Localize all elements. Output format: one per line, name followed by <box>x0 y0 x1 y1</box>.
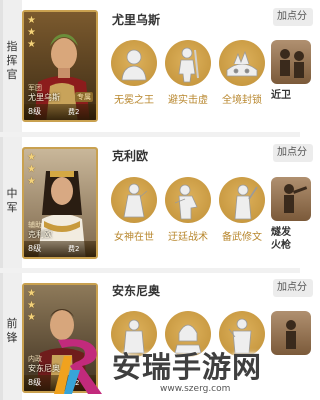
skill-label: 女神在世 <box>114 232 154 243</box>
general-name: 安东尼奥 <box>112 284 161 298</box>
troop-icon <box>271 40 311 84</box>
position-label: 中军 <box>6 187 18 214</box>
skill-label: 燧发 火枪 <box>271 227 291 251</box>
card-level: 8级 <box>28 378 42 387</box>
card-name: 克利欧 <box>28 230 52 239</box>
card-cost: 费2 <box>68 245 80 253</box>
watermark-url: www.szerg.com <box>160 384 231 394</box>
card-level: 8级 <box>28 244 42 253</box>
skill-3[interactable]: 全境封锁 <box>217 40 267 106</box>
card-level: 8级 <box>28 107 42 116</box>
ruin-icon <box>219 40 265 86</box>
skill-4[interactable]: 燧发 火枪 <box>265 177 315 252</box>
add-points-button[interactable]: 加点分 <box>273 144 313 162</box>
add-points-button[interactable]: 加点分 <box>273 279 313 297</box>
goddess-icon <box>111 177 157 223</box>
skill-2[interactable]: 迂廷战术 <box>163 177 213 243</box>
card-cost: 费2 <box>68 108 80 116</box>
star-icon: ★ <box>27 176 36 187</box>
add-points-button[interactable]: 加点分 <box>273 8 313 26</box>
skill-label: 避实击虚 <box>168 95 208 106</box>
position-strip: 中军 <box>0 137 22 269</box>
general-card[interactable]: ★ ★ ★ 辅助 克利欧 8级 费2 <box>22 147 98 259</box>
bust-icon <box>111 40 157 86</box>
skill-label: 全境封锁 <box>222 95 262 106</box>
scholar-icon <box>219 177 265 223</box>
general-card[interactable]: ★ ★ ★ 专属 军团 尤里乌斯 8级 费2 <box>22 10 98 122</box>
warrior-icon <box>165 177 211 223</box>
star-icon: ★ <box>27 164 36 175</box>
star-icon: ★ <box>27 152 36 163</box>
musket-icon <box>271 177 311 221</box>
soldier-icon <box>165 40 211 86</box>
skill-2[interactable]: 避实击虚 <box>163 40 213 106</box>
star-icon: ★ <box>27 300 36 311</box>
watermark-title: 安瑞手游网 <box>112 350 263 384</box>
star-rating: ★ ★ ★ <box>27 152 39 188</box>
star-icon: ★ <box>27 15 36 26</box>
exclusive-badge: 专属 <box>75 92 93 102</box>
skill-label: 迂廷战术 <box>168 232 208 243</box>
position-label: 前锋 <box>6 317 18 344</box>
skill-3[interactable]: 备武修文 <box>217 177 267 243</box>
star-icon: ★ <box>27 312 36 323</box>
position-strip: 指挥官 <box>0 0 22 132</box>
position-label: 指挥官 <box>6 40 18 81</box>
general-row-center: 中军 ★ ★ ★ 辅助 克利欧 8级 费2 克利欧 加点分 女神在世 迂廷战术 … <box>0 137 313 269</box>
skill-label: 无冕之王 <box>114 95 154 106</box>
position-strip: 前锋 <box>0 273 22 400</box>
site-watermark: 安瑞手游网 www.szerg.com <box>50 336 300 400</box>
skill-label: 近卫 <box>271 90 291 101</box>
skill-label: 备武修文 <box>222 232 262 243</box>
skill-1[interactable]: 女神在世 <box>109 177 159 243</box>
site-logo-icon <box>54 339 102 394</box>
general-name: 克利欧 <box>112 149 149 163</box>
star-icon: ★ <box>27 288 36 299</box>
lineup-screen: 指挥官 ★ ★ ★ 专属 军团 尤里乌斯 8级 费2 尤里乌斯 加点分 无冕之王… <box>0 0 313 400</box>
general-row-commander: 指挥官 ★ ★ ★ 专属 军团 尤里乌斯 8级 费2 尤里乌斯 加点分 无冕之王… <box>0 0 313 132</box>
skill-1[interactable]: 无冕之王 <box>109 40 159 106</box>
card-name: 尤里乌斯 <box>28 93 60 102</box>
skill-4[interactable]: 近卫 <box>265 40 315 102</box>
star-rating: ★ ★ ★ <box>27 288 39 324</box>
general-name: 尤里乌斯 <box>112 13 161 27</box>
star-icon: ★ <box>27 39 36 50</box>
star-rating: ★ ★ ★ <box>27 15 39 51</box>
star-icon: ★ <box>27 27 36 38</box>
